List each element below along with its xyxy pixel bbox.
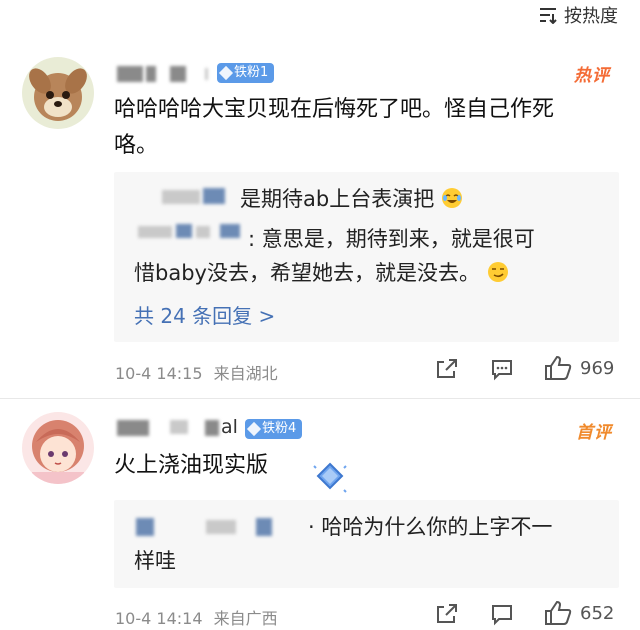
like-count: 969 xyxy=(580,358,615,379)
smirk-emoji xyxy=(487,261,509,285)
username-blurred xyxy=(170,66,186,82)
comment-meta: 10-4 14:14 来自广西 xyxy=(115,605,278,629)
hot-comment-label: 热评 xyxy=(574,66,610,86)
reply-text-line1: : 意思是，期待到来，就是很可 xyxy=(248,227,535,251)
comment-icon[interactable] xyxy=(490,602,514,630)
reply-username-blurred xyxy=(162,190,200,204)
comment-icon[interactable] xyxy=(490,357,514,385)
username-blurred xyxy=(170,420,188,434)
laugh-cry-emoji xyxy=(441,187,463,211)
avatar[interactable] xyxy=(22,412,94,484)
diamond-icon xyxy=(218,65,234,81)
first-comment-label: 首评 xyxy=(576,423,612,443)
comment-meta: 10-4 14:15 来自湖北 xyxy=(115,360,278,384)
fan-level-badge: 铁粉4 xyxy=(245,419,303,439)
username-blurred xyxy=(205,420,219,436)
more-replies-link[interactable]: 共 24 条回复 > xyxy=(134,300,275,329)
sort-label: 按热度 xyxy=(564,6,618,27)
reply-username-blurred xyxy=(256,518,272,536)
reply-username-blurred xyxy=(203,188,225,204)
username-blurred[interactable] xyxy=(117,420,149,436)
sort-by-popularity-button[interactable]: 按热度 xyxy=(538,2,618,28)
reply-username-blurred xyxy=(220,224,240,238)
comment-text: 火上浇油现实版 xyxy=(114,453,269,478)
source-location: 来自广西 xyxy=(213,609,278,628)
diamond-sticker-icon xyxy=(310,460,350,500)
fan-level-badge: 铁粉1 xyxy=(217,63,275,83)
avatar[interactable] xyxy=(22,57,94,129)
reply-username-blurred xyxy=(206,520,236,534)
like-icon[interactable] xyxy=(544,355,572,385)
reply-username-blurred xyxy=(138,226,172,238)
divider xyxy=(0,398,640,399)
source-location: 来自湖北 xyxy=(213,364,278,383)
reply-text-line1: · 哈哈为什么你的上字不一 xyxy=(308,515,553,539)
reply-text-line2: 惜baby没去，希望她去，就是没去。 xyxy=(134,256,509,290)
username-tail: al xyxy=(221,416,238,438)
share-icon[interactable] xyxy=(435,602,459,630)
share-icon[interactable] xyxy=(435,357,459,385)
reply-text: 是期待ab上台表演把 xyxy=(240,182,463,216)
comment-text: 哈哈哈哈大宝贝现在后悔死了吧。怪自己作死 咯。 xyxy=(114,97,555,158)
reply-username-blurred xyxy=(136,518,154,536)
sort-icon xyxy=(538,6,558,24)
reply-username-blurred xyxy=(176,224,192,238)
username-blurred[interactable] xyxy=(117,66,143,82)
reply-username-blurred xyxy=(196,226,210,238)
username-blurred xyxy=(205,68,208,80)
reply-text-line2: 样哇 xyxy=(134,549,176,573)
username-blurred xyxy=(146,66,156,82)
timestamp: 10-4 14:14 xyxy=(115,609,203,628)
timestamp: 10-4 14:15 xyxy=(115,364,203,383)
diamond-icon xyxy=(246,421,262,437)
like-icon[interactable] xyxy=(544,600,572,630)
